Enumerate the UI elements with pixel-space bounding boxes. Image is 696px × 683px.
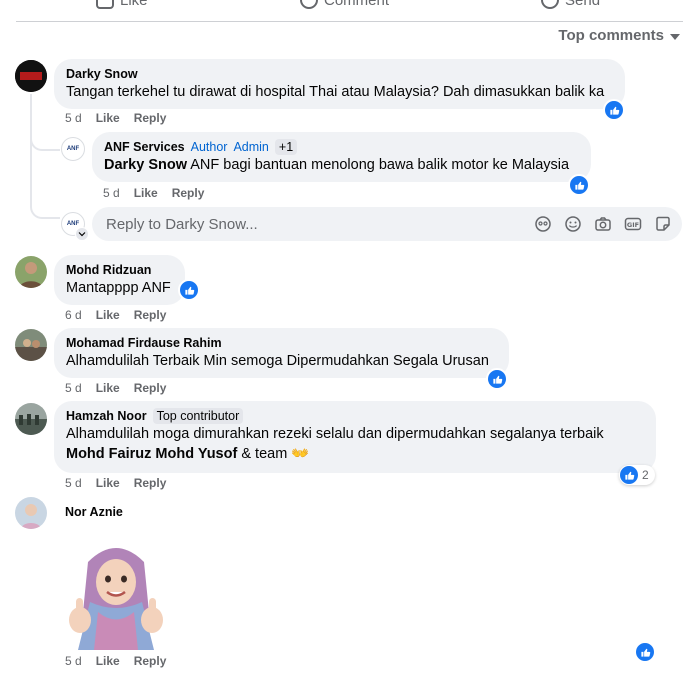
author-badge: Author: [190, 140, 228, 154]
speech-bubble-icon: [300, 0, 318, 9]
divider: [16, 21, 683, 22]
like-reaction-icon[interactable]: [603, 99, 625, 121]
comment-like-button[interactable]: Like: [96, 654, 120, 668]
avatar-sticker-image: [58, 542, 174, 650]
reply-author[interactable]: ANF Services: [104, 139, 185, 155]
comment-like-button[interactable]: Like: [96, 308, 120, 322]
comment-meta: 5 d Like Reply: [65, 476, 166, 490]
like-reaction-icon[interactable]: [178, 279, 200, 301]
send-post-label: Send: [565, 0, 601, 9]
comment-bubble: Mohamad Firdause Rahim Alhamdulilah Terb…: [54, 328, 509, 378]
avatar[interactable]: [15, 497, 47, 529]
reply-timestamp[interactable]: 5 d: [103, 186, 120, 200]
mention-link[interactable]: Darky Snow: [104, 157, 187, 173]
comment-author[interactable]: Darky Snow: [66, 66, 613, 82]
reply-composer: GIF: [92, 207, 682, 241]
comment-timestamp[interactable]: 5 d: [65, 111, 82, 125]
avatar[interactable]: [15, 256, 47, 288]
like-reaction-icon[interactable]: [486, 368, 508, 390]
comment-like-button[interactable]: Like: [96, 381, 120, 395]
comment-author[interactable]: Mohd Ridzuan: [66, 262, 173, 278]
avatar-photo: [15, 256, 47, 288]
comment-reply-button[interactable]: Reply: [134, 654, 167, 668]
composer-tools: GIF: [534, 215, 672, 233]
emoji-icon[interactable]: [564, 215, 582, 233]
thread-connector: [30, 145, 60, 219]
comment-post-label: Comment: [324, 0, 390, 9]
comment-author-row: Hamzah Noor Top contributor: [66, 408, 644, 424]
post-action-bar: Like Comment Send: [0, 0, 696, 22]
sort-label: Top comments: [558, 27, 664, 44]
avatar[interactable]: [15, 60, 47, 92]
reply-like-button[interactable]: Like: [134, 186, 158, 200]
comment-like-button[interactable]: Like: [96, 476, 120, 490]
like-reaction-icon[interactable]: [634, 641, 656, 663]
reply-author-row: ANF Services Author Admin +1: [104, 139, 579, 155]
comment-meta: 5 d Like Reply: [65, 111, 166, 125]
like-reaction-icon: [620, 466, 638, 484]
gif-icon[interactable]: GIF: [624, 215, 642, 233]
top-contributor-badge[interactable]: Top contributor: [152, 408, 244, 424]
comment-reply-button[interactable]: Reply: [134, 111, 167, 125]
comment-timestamp[interactable]: 6 d: [65, 308, 82, 322]
reply-reply-button[interactable]: Reply: [172, 186, 205, 200]
svg-text:GIF: GIF: [627, 221, 639, 229]
comment-meta: 5 d Like Reply: [65, 654, 166, 668]
comment-text: Mantapppp ANF: [66, 280, 171, 296]
extra-badge[interactable]: +1: [274, 139, 298, 155]
comment-timestamp[interactable]: 5 d: [65, 381, 82, 395]
anf-logo: ANF: [66, 221, 80, 227]
messenger-icon: [541, 0, 559, 9]
comment-text: Alhamdulilah Terbaik Min semoga Dipermud…: [66, 353, 489, 369]
comment-reply-button[interactable]: Reply: [134, 476, 167, 490]
thumbs-up-icon: [96, 0, 114, 9]
admin-badge: Admin: [233, 140, 269, 154]
sticker-icon[interactable]: [654, 215, 672, 233]
comment-timestamp[interactable]: 5 d: [65, 476, 82, 490]
like-post-button[interactable]: Like: [96, 0, 148, 9]
comment-like-button[interactable]: Like: [96, 111, 120, 125]
like-post-label: Like: [120, 0, 148, 9]
comment-timestamp[interactable]: 5 d: [65, 654, 82, 668]
avatar-photo: [15, 329, 47, 361]
comment-meta: 6 d Like Reply: [65, 308, 166, 322]
comment-post-button[interactable]: Comment: [300, 0, 389, 9]
mention-link[interactable]: Mohd Fairuz Mohd Yusof: [66, 446, 237, 462]
comment-text-line2: Mohd Fairuz Mohd Yusof & team 👐: [66, 446, 310, 462]
chevron-down-icon[interactable]: [75, 227, 89, 241]
comment-author[interactable]: Hamzah Noor: [66, 408, 147, 424]
like-reaction-icon[interactable]: [568, 174, 590, 196]
sort-comments-dropdown[interactable]: Top comments: [558, 27, 680, 44]
avatar-darky-logo: [15, 60, 47, 92]
anf-logo: ANF: [66, 146, 80, 152]
reply-bubble: ANF Services Author Admin +1 Darky Snow …: [92, 132, 591, 182]
comment-author[interactable]: Nor Aznie: [65, 504, 123, 520]
reply-input[interactable]: [104, 214, 534, 234]
send-post-button[interactable]: Send: [541, 0, 600, 9]
comment-bubble: Darky Snow Tangan terkehel tu dirawat di…: [54, 59, 625, 109]
reaction-count: 2: [642, 468, 649, 482]
comment-bubble: Hamzah Noor Top contributor Alhamdulilah…: [54, 401, 656, 473]
comment-text: Alhamdulilah moga dimurahkan rezeki sela…: [66, 426, 604, 442]
avatar-photo: [15, 497, 47, 529]
avatar[interactable]: ANF: [61, 137, 85, 161]
caret-down-icon: [670, 33, 680, 40]
reply-text: Darky Snow ANF bagi bantuan menolong baw…: [104, 157, 570, 173]
comment-author[interactable]: Mohamad Firdause Rahim: [66, 335, 497, 351]
comment-meta: 5 d Like Reply: [65, 381, 166, 395]
comment-bubble: Mohd Ridzuan Mantapppp ANF: [54, 255, 185, 305]
avatar-photo: [15, 403, 47, 435]
avatar[interactable]: [15, 329, 47, 361]
avatar[interactable]: [15, 403, 47, 435]
comment-text: Tangan terkehel tu dirawat di hospital T…: [66, 84, 605, 100]
reaction-summary[interactable]: 2: [619, 465, 655, 485]
comment-reply-button[interactable]: Reply: [134, 308, 167, 322]
comment-reply-button[interactable]: Reply: [134, 381, 167, 395]
avatar-sticker-icon[interactable]: [534, 215, 552, 233]
reply-meta: 5 d Like Reply: [103, 186, 204, 200]
open-hands-emoji: 👐: [291, 446, 310, 462]
camera-icon[interactable]: [594, 215, 612, 233]
